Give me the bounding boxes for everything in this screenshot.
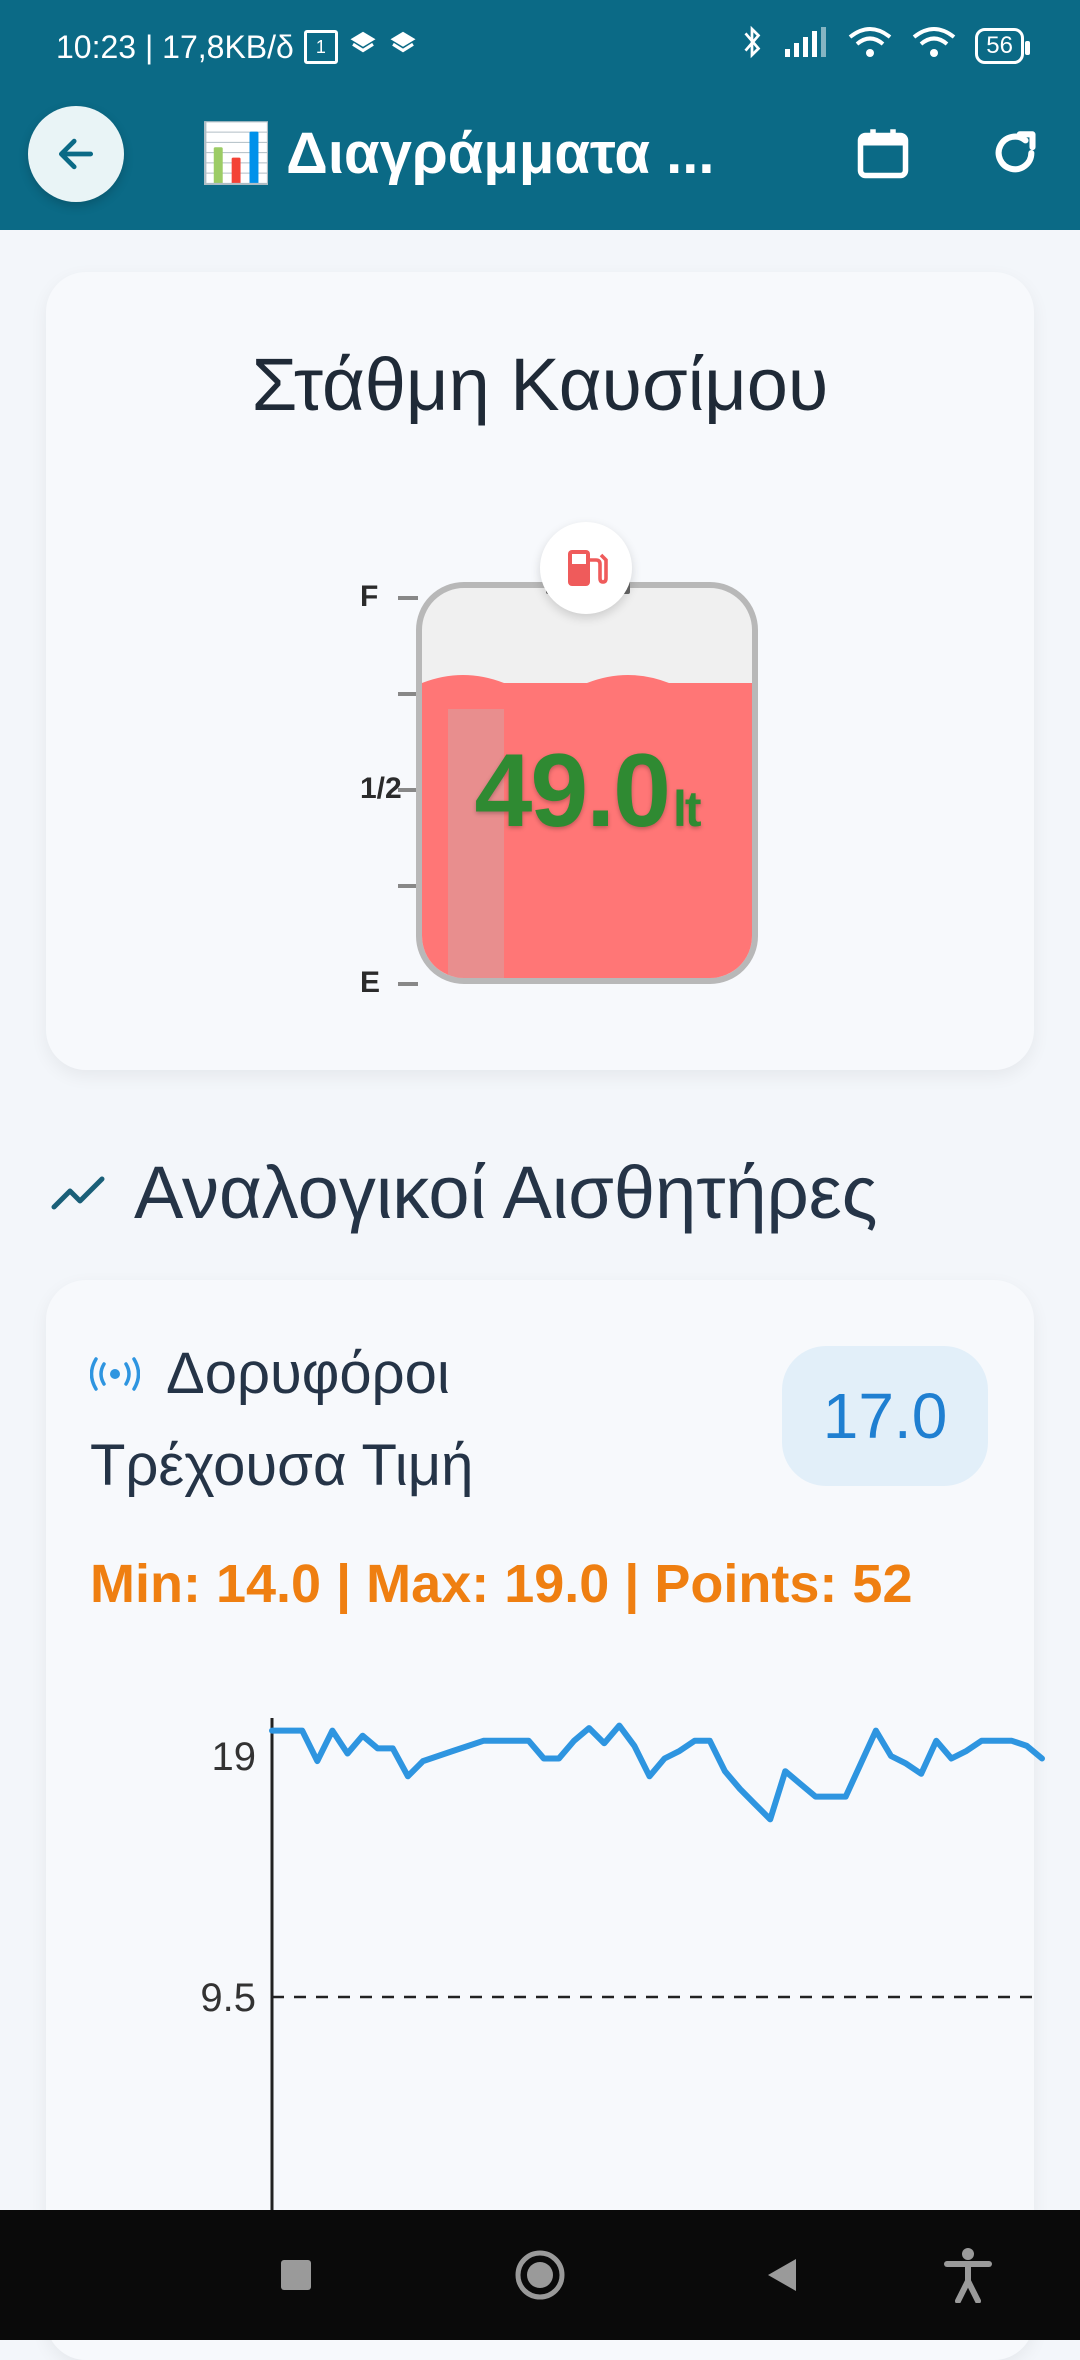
status-bar: 10:23 | 17,8KB/δ 1 56 (0, 0, 1080, 95)
status-time: 10:23 | 17,8KB/δ (56, 28, 294, 65)
series-line (269, 1722, 1045, 1823)
fuel-card-title: Στάθμη Καυσίμου (251, 343, 829, 426)
accessibility-icon (944, 2248, 992, 2303)
layers-icon-2 (388, 28, 418, 66)
app-bar: 📊 Διαγράμματα ... (0, 100, 1080, 230)
y-tick-label: 9.5 (200, 1976, 256, 2020)
notification-icon: 1 (303, 30, 338, 64)
fuel-gauge: F 1/2 E 49.0lt (296, 522, 796, 1042)
sensor-name: Δορυφόροι (90, 1340, 450, 1407)
sensor-line-chart: 199.50 (200, 1718, 1045, 2261)
fuel-value: 49.0lt (416, 732, 758, 851)
sensor-subtitle: Τρέχουσα Τιμή (90, 1433, 474, 1498)
scale-half-label: 1/2 (360, 772, 402, 805)
tick-half (398, 788, 418, 792)
calendar-icon (857, 129, 909, 179)
section-title: Αναλογικοί Αισθητήρες (134, 1151, 878, 1234)
sensor-card-satellites: Δορυφόροι Τρέχουσα Τιμή 17.0 Min: 14.0 |… (46, 1280, 1045, 2360)
fuel-wave (422, 675, 752, 701)
scale-empty-label: E (360, 966, 381, 999)
triangle-back-icon (768, 2259, 796, 2291)
refresh-button[interactable] (980, 118, 1050, 188)
system-nav-bar (0, 2210, 1080, 2340)
fuel-value-unit: lt (672, 781, 702, 837)
sensor-stats: Min: 14.0 | Max: 19.0 | Points: 52 (90, 1554, 913, 1614)
wifi-icon (847, 25, 893, 67)
accessibility-button[interactable] (938, 2245, 998, 2305)
recents-button[interactable] (266, 2245, 326, 2305)
home-button[interactable] (510, 2245, 570, 2305)
fuel-level-card: Στάθμη Καυσίμου F 1/2 E 49.0lt (46, 272, 1034, 1070)
wifi-icon-2 (911, 25, 957, 67)
arrow-back-icon (58, 138, 94, 170)
back-nav-button[interactable] (752, 2245, 812, 2305)
back-button[interactable] (28, 106, 124, 202)
tick-full (398, 596, 418, 600)
fuel-pump-icon (568, 550, 608, 586)
calendar-button[interactable] (848, 118, 918, 188)
fuel-value-number: 49.0 (474, 733, 671, 849)
signal-icon (783, 27, 829, 65)
refresh-icon (995, 131, 1036, 173)
layers-icon (348, 28, 378, 66)
square-icon (281, 2260, 311, 2290)
fuel-pump-badge (540, 522, 632, 614)
tick-empty (398, 982, 418, 986)
bluetooth-icon (739, 24, 765, 68)
trending-up-icon (51, 1176, 105, 1209)
current-value-badge: 17.0 (782, 1346, 988, 1486)
sensor-name-label: Δορυφόροι (166, 1341, 450, 1406)
tick-quarter (398, 884, 418, 888)
top-bar: 10:23 | 17,8KB/δ 1 56 📊 Διαγράμματα ... (0, 0, 1080, 230)
page-title: 📊 Διαγράμματα ... (200, 121, 715, 186)
home-circle-icon (515, 2250, 565, 2300)
battery-indicator: 56 (975, 28, 1030, 64)
broadcast-icon (90, 1356, 140, 1391)
section-header: Αναλογικοί Αισθητήρες (50, 1150, 877, 1235)
y-tick-label: 19 (212, 1735, 257, 1779)
tick-three-quarter (398, 692, 418, 696)
scale-full-label: F (360, 580, 379, 613)
